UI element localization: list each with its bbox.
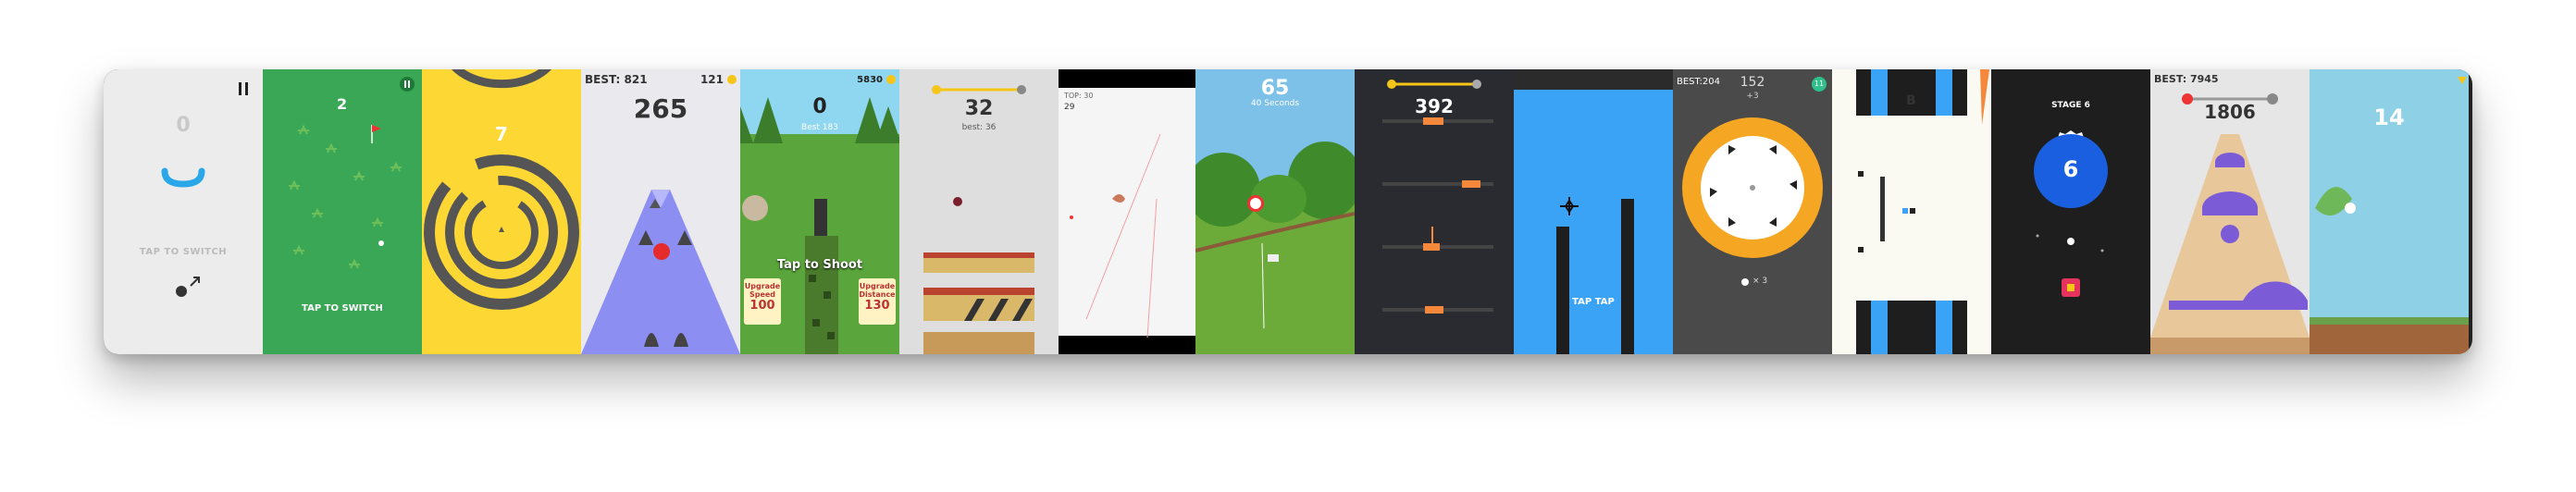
panel-rotating-circle[interactable]: BEST:204 152 +3 11 × 3 bbox=[1673, 69, 1832, 354]
letter-text: B bbox=[1906, 93, 1916, 108]
coin-icon bbox=[886, 75, 896, 84]
tap-prompt: Tap to Shoot bbox=[776, 258, 863, 272]
panel-climber[interactable]: TOP: 30 29 bbox=[1059, 69, 1195, 354]
score-text: 392 bbox=[1415, 95, 1454, 117]
pillars bbox=[1556, 197, 1634, 354]
score-text: 1806 bbox=[2204, 101, 2256, 123]
panel-golf-course[interactable]: 65 40 Seconds bbox=[1195, 69, 1355, 354]
stage-scene bbox=[2034, 130, 2108, 297]
rotating-circle bbox=[1682, 117, 1823, 258]
panel-tower[interactable]: BEST: 7945 1806 bbox=[2150, 69, 2310, 354]
blocks bbox=[923, 252, 1034, 354]
score-text: 7 bbox=[495, 123, 508, 145]
score-text: 0 bbox=[176, 114, 191, 137]
panel-circle-maze[interactable]: 7 bbox=[422, 69, 581, 354]
score-text: 14 bbox=[2373, 105, 2405, 130]
panel-stage[interactable]: STAGE 6 6 bbox=[1991, 69, 2150, 354]
course-scene bbox=[1195, 141, 1355, 354]
score-text: 0 bbox=[812, 95, 827, 118]
panel-dark-drop[interactable]: 392 bbox=[1355, 69, 1514, 354]
subtitle-text: 40 Seconds bbox=[1250, 99, 1300, 108]
tap-prompt: TAP TO SWITCH bbox=[139, 247, 228, 257]
ball bbox=[176, 286, 187, 297]
ball bbox=[653, 243, 670, 260]
upgrade-speed-button[interactable]: Upgrade Speed 100 bbox=[744, 278, 781, 325]
paddle-icon bbox=[161, 167, 205, 188]
panel-ramp-ball[interactable]: BEST: 821 121 265 bbox=[581, 69, 740, 354]
panel-blocks-dodge[interactable]: B bbox=[1832, 69, 1991, 354]
game-screenshot-strip: 0 TAP TO SWITCH 2 TAP TO SWITCH 7 BEST: … bbox=[104, 69, 2472, 354]
button-label: Upgrade Speed bbox=[744, 282, 781, 299]
pause-icon[interactable] bbox=[239, 82, 248, 95]
panel-golf-field[interactable]: 2 TAP TO SWITCH bbox=[263, 69, 422, 354]
score-text: 65 bbox=[1260, 77, 1290, 100]
coin-count: 5830 bbox=[857, 75, 883, 85]
best-text: Best 183 bbox=[801, 123, 838, 132]
panel-sky[interactable]: 14 bbox=[2310, 69, 2469, 354]
tap-prompt: TAP TAP bbox=[1572, 297, 1615, 307]
ramp bbox=[581, 190, 740, 354]
button-value: 100 bbox=[749, 299, 775, 313]
button-value: 130 bbox=[864, 299, 890, 313]
climb-lines bbox=[1070, 133, 1161, 338]
arrow-icon bbox=[190, 277, 200, 287]
upgrade-distance-button[interactable]: Upgrade Distance 130 bbox=[859, 278, 896, 325]
life-dot bbox=[1741, 278, 1749, 286]
panel-tap-switch[interactable]: 0 TAP TO SWITCH bbox=[104, 69, 263, 354]
stage-number: 6 bbox=[2062, 156, 2079, 182]
panel-forest-shooter[interactable]: 5830 0 Best 183 Tap to Shoot Upgrade Spe… bbox=[740, 69, 899, 354]
panel-tap-tap[interactable]: TAP TAP bbox=[1514, 69, 1673, 354]
tap-prompt: TAP TO SWITCH bbox=[302, 303, 383, 314]
target-icon bbox=[1247, 195, 1264, 212]
lives-text: × 3 bbox=[1752, 277, 1768, 286]
panel-stack-blocks[interactable]: 32 best: 36 bbox=[899, 69, 1059, 354]
circle-maze bbox=[424, 69, 579, 310]
button-label: Upgrade Distance bbox=[859, 282, 896, 299]
blocks-scene bbox=[1856, 69, 1989, 354]
